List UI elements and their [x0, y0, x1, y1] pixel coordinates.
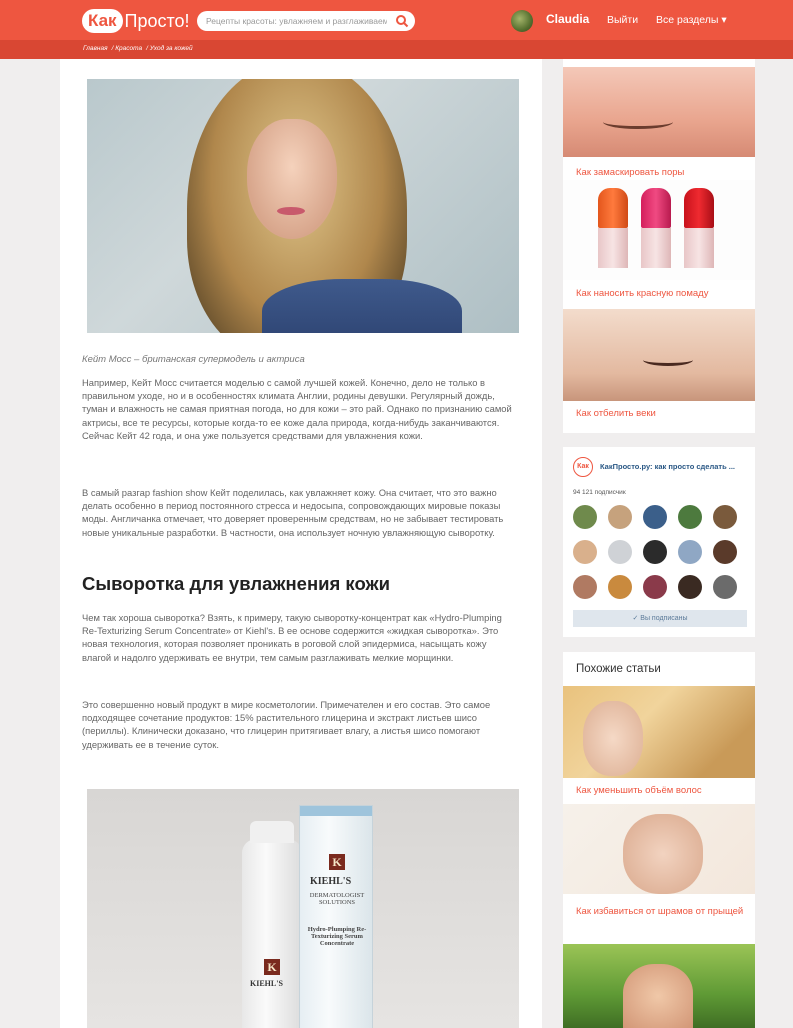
bottle-cap: [250, 821, 294, 843]
lipstick-1: [598, 188, 628, 268]
steam-bath-article-image[interactable]: [563, 944, 755, 1028]
lipstick-article-image[interactable]: [563, 180, 755, 280]
search-icon[interactable]: [395, 14, 409, 28]
woman-face: [583, 701, 643, 776]
logo-text: Просто!: [124, 11, 190, 31]
vk-member-avatar[interactable]: [713, 505, 737, 529]
article-paragraph-1: Например, Кейт Мосс считается моделью с …: [82, 377, 512, 441]
link-acne-scars[interactable]: Как избавиться от шрамов от прыщей: [576, 905, 746, 918]
breadcrumb-skincare[interactable]: / Уход за кожей: [146, 45, 193, 52]
vk-member-avatar[interactable]: [608, 575, 632, 599]
vk-community-title[interactable]: КакПросто.ру: как просто сделать ...: [600, 462, 735, 471]
pores-article-image[interactable]: [563, 67, 755, 157]
article-paragraph-4: Это совершенно новый продукт в мире косм…: [82, 699, 491, 750]
similar-articles-card: Похожие статьи Как уменьшить объём волос…: [563, 652, 755, 1028]
breadcrumb-home[interactable]: Главная: [83, 45, 108, 52]
vk-member-avatar[interactable]: [643, 575, 667, 599]
search-input[interactable]: [197, 16, 387, 26]
vk-member-avatar[interactable]: [573, 540, 597, 564]
vk-member-avatar[interactable]: [608, 505, 632, 529]
woman-face: [623, 814, 703, 894]
box-product-name: Hydro-Plumping Re-Texturizing Serum Conc…: [307, 926, 367, 947]
box-band: [300, 806, 372, 816]
user-avatar[interactable]: [511, 10, 533, 32]
similar-articles-title: Похожие статьи: [576, 663, 661, 675]
vk-member-avatar[interactable]: [678, 540, 702, 564]
hero-dress: [262, 279, 462, 333]
section-heading: Сыворотка для увлажнения кожи: [82, 573, 390, 594]
serum-box: K KIEHL'S DERMATOLOGIST SOLUTIONS Hydro-…: [299, 805, 373, 1028]
vk-member-avatar[interactable]: [573, 575, 597, 599]
lipstick-3: [684, 188, 714, 268]
vk-member-avatar[interactable]: [573, 505, 597, 529]
vk-community-logo[interactable]: Как: [573, 457, 593, 477]
link-red-lipstick[interactable]: Как наносить красную помаду: [576, 288, 708, 299]
link-mask-pores[interactable]: Как замаскировать поры: [576, 167, 684, 178]
breadcrumb: Главная / Красота / Уход за кожей: [83, 45, 193, 52]
vk-member-avatar[interactable]: [678, 505, 702, 529]
all-sections-menu[interactable]: Все разделы ▾: [656, 14, 727, 26]
open-eye: [643, 354, 693, 366]
search-box: [197, 11, 415, 31]
lipstick-2: [641, 188, 671, 268]
bottle-brand-mark: K: [264, 959, 280, 975]
article-hero-image: [87, 79, 519, 333]
box-brand-name: KIEHL'S: [310, 876, 352, 887]
product-image: K KIEHL'S K KIEHL'S DERMATOLOGIST SOLUTI…: [87, 789, 519, 1028]
sidebar-articles-card: Как замаскировать поры Как наносить крас…: [563, 59, 755, 433]
hero-lips: [277, 207, 305, 215]
logo-badge: Как: [82, 9, 123, 33]
vk-subscribed-button[interactable]: ✓ Вы подписаны: [573, 610, 747, 627]
acne-scars-article-image[interactable]: [563, 804, 755, 894]
vk-member-avatar[interactable]: [713, 540, 737, 564]
woman-face: [623, 964, 693, 1028]
username[interactable]: Claudia: [546, 12, 589, 26]
site-logo[interactable]: Как Просто!: [82, 8, 190, 34]
link-reduce-hair-volume[interactable]: Как уменьшить объём волос: [576, 785, 702, 796]
link-whiten-eyelids[interactable]: Как отбелить веки: [576, 408, 656, 419]
box-brand-mark: K: [329, 854, 345, 870]
serum-bottle: K KIEHL'S: [242, 821, 302, 1028]
bottle-brand-name: KIEHL'S: [250, 979, 283, 988]
vk-member-avatar[interactable]: [643, 540, 667, 564]
hero-face: [247, 119, 337, 239]
vk-member-avatar[interactable]: [608, 540, 632, 564]
vk-member-avatar[interactable]: [713, 575, 737, 599]
vk-subscriber-count: 94 121 подписчик: [573, 489, 626, 496]
vk-community-widget: Как КакПросто.ру: как просто сделать ...…: [563, 447, 755, 637]
image-caption: Кейт Мосс – британская супермодель и акт…: [82, 354, 305, 365]
vk-member-avatar[interactable]: [678, 575, 702, 599]
vk-member-avatar[interactable]: [643, 505, 667, 529]
logout-link[interactable]: Выйти: [607, 14, 638, 26]
breadcrumb-beauty[interactable]: / Красота: [112, 45, 143, 52]
article-paragraph-2: В самый разгар fashion show Кейт поделил…: [82, 487, 504, 538]
article-paragraph-3: Чем так хороша сыворотка? Взять, к приме…: [82, 612, 502, 663]
box-subtitle: DERMATOLOGIST SOLUTIONS: [309, 892, 365, 906]
closed-eye: [603, 115, 673, 129]
eyelids-article-image[interactable]: [563, 309, 755, 401]
hair-volume-article-image[interactable]: [563, 686, 755, 778]
